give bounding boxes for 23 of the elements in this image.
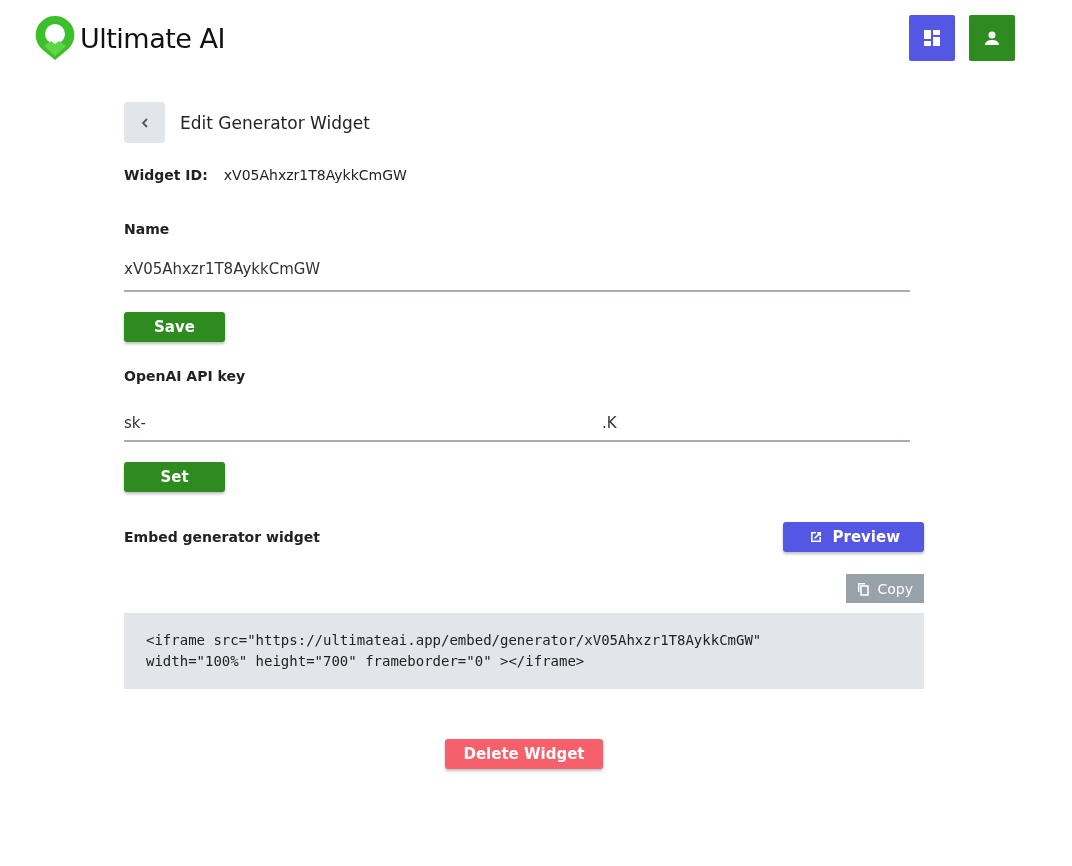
code-block: <iframe src="https://ultimateai.app/embed/generator/xV05Ahxzr1T8AykkCmGW" width="100%" height="700" frameborder="0" ></iframe>	[124, 613, 924, 689]
widget-id: xV05Ahxzr1T8AykkCmGW	[223, 167, 407, 183]
copy-button[interactable]: Copy	[846, 574, 924, 603]
input-field[interactable]: sk- .K	[124, 414, 910, 442]
preview-button[interactable]: Preview	[783, 522, 924, 552]
field-label: OpenAI API key	[124, 368, 247, 384]
field-label: Widget ID:	[124, 167, 208, 183]
dashboard-button[interactable]	[909, 15, 955, 61]
page-title: Edit Generator Widget	[180, 112, 370, 133]
external-link-icon	[809, 530, 824, 544]
input-field[interactable]: xV05Ahxzr1T8AykkCmGW	[124, 260, 910, 292]
chevron-left-icon	[139, 116, 150, 129]
copy-icon	[857, 581, 870, 596]
save-button[interactable]: Save	[124, 312, 225, 342]
logo-icon	[34, 14, 76, 62]
field-label: Name	[124, 221, 171, 237]
section-label: Embed generator widget	[124, 529, 320, 545]
set-button[interactable]: Set	[124, 462, 225, 492]
dashboard-icon	[923, 29, 941, 47]
account-button[interactable]	[969, 15, 1015, 61]
brand-name: Ultimate AI	[80, 22, 225, 54]
delete-button[interactable]: Delete Widget	[445, 739, 603, 769]
user-icon	[984, 30, 1000, 46]
